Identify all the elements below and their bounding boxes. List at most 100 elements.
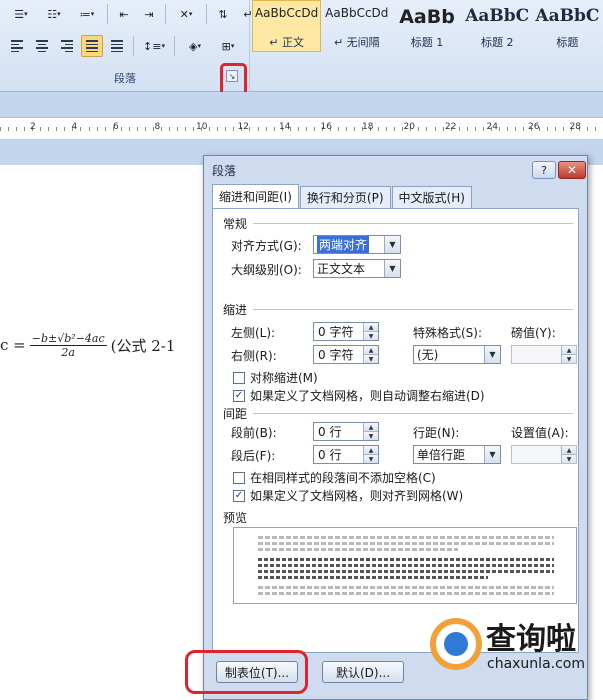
justify-button[interactable] (81, 35, 103, 57)
right-indent-spinner[interactable]: 0 字符 ▲ ▼ (313, 345, 379, 364)
style-no-spacing[interactable]: AaBbCcDd ↵ 无间隔 (322, 0, 391, 52)
spinner-buttons[interactable]: ▲ ▼ (363, 323, 378, 340)
close-button[interactable]: ✕ (558, 161, 586, 179)
spin-down-icon[interactable]: ▼ (363, 354, 378, 363)
ruler-tick (144, 127, 153, 131)
by-spinner[interactable]: ▲ ▼ (511, 345, 577, 364)
alignment-select[interactable]: 两端对齐 ▼ (313, 235, 401, 254)
space-after-spinner[interactable]: 0 行 ▲ ▼ (313, 445, 379, 464)
style-heading-1[interactable]: AaBb 标题 1 (392, 0, 461, 52)
toolbar-separator (165, 4, 166, 24)
spin-up-icon[interactable]: ▲ (363, 346, 378, 354)
line-spacing-label: 行距(N): (413, 426, 460, 440)
ruler-tick (386, 127, 394, 131)
left-indent-spinner[interactable]: 0 字符 ▲ ▼ (313, 322, 379, 341)
spin-up-icon[interactable]: ▲ (363, 323, 378, 331)
auto-adjust-right-indent-checkbox[interactable]: ✓ 如果定义了文档网格，则自动调整右缩进(D) (233, 387, 485, 404)
chevron-down-icon: ▾ (197, 42, 201, 50)
style-normal[interactable]: AaBbCcDd ↵ 正文 (252, 0, 322, 52)
chinese-layout-button[interactable]: ✕ ▾ (171, 3, 201, 25)
style-title[interactable]: AaBbC 标题 (533, 0, 602, 52)
paragraph-group: ☰ ▾ ☷ ▾ ≔ ▾ ⇤ ⇥ ✕ ▾ ⇅ ↵ ↕≡ ▾ ◈ ▾ ⊞ ▾ 段落 … (0, 0, 253, 92)
ruler-tick (104, 127, 113, 131)
chevron-down-icon: ▼ (384, 260, 400, 277)
ruler-label: 16 (320, 122, 332, 132)
borders-button[interactable]: ⊞ ▾ (213, 35, 243, 57)
ruler-label: 12 (237, 122, 249, 132)
align-right-icon (61, 40, 73, 52)
spinner-buttons[interactable]: ▲ ▼ (363, 446, 378, 463)
increase-indent-icon: ⇥ (144, 7, 154, 21)
mirror-indents-checkbox[interactable]: 对称缩进(M) (233, 369, 318, 386)
ruler-tick (466, 127, 475, 131)
spinner-buttons[interactable]: ▲ ▼ (561, 446, 576, 463)
section-preview: 预览 (223, 511, 248, 525)
spin-down-icon[interactable]: ▼ (363, 431, 378, 440)
tab-indents-spacing[interactable]: 缩进和间距(I) (212, 184, 299, 208)
at-spinner[interactable]: ▲ ▼ (511, 445, 577, 464)
style-name: 标题 2 (480, 36, 514, 49)
spin-down-icon[interactable]: ▼ (363, 331, 378, 340)
help-button[interactable]: ? (532, 161, 556, 179)
shading-button[interactable]: ◈ ▾ (180, 35, 210, 57)
distributed-button[interactable] (106, 35, 128, 57)
spin-up-icon[interactable]: ▲ (561, 446, 576, 454)
sort-button[interactable]: ⇅ (212, 3, 234, 25)
horizontal-ruler[interactable]: 2 4 6 8 10 12 14 16 18 20 22 24 26 28 (0, 118, 603, 140)
toolbar-separator (133, 36, 134, 56)
dont-add-space-checkbox[interactable]: 在相同样式的段落间不添加空格(C) (233, 469, 436, 486)
align-left-button[interactable] (6, 35, 28, 57)
increase-indent-button[interactable]: ⇥ (138, 3, 160, 25)
spin-down-icon[interactable]: ▼ (561, 454, 576, 463)
close-icon: ✕ (566, 163, 578, 177)
ruler-tick (474, 127, 483, 131)
special-indent-select[interactable]: (无) ▼ (413, 345, 501, 364)
tab-line-page-breaks[interactable]: 换行和分页(P) (299, 186, 391, 208)
numbering-button[interactable]: ☷ ▾ (39, 3, 69, 25)
ruler-tick (297, 127, 306, 131)
ruler-label: 4 (71, 122, 78, 132)
outline-level-select[interactable]: 正文文本 ▼ (313, 259, 401, 278)
style-name: ↵ 正文 (269, 36, 304, 49)
ruler-label: 18 (362, 122, 374, 132)
ruler-tick (289, 127, 298, 131)
spinner-buttons[interactable]: ▲ ▼ (561, 346, 576, 363)
snap-to-grid-checkbox[interactable]: ✓ 如果定义了文档网格，则对齐到网格(W) (233, 487, 463, 504)
space-before-value: 0 行 (318, 425, 342, 439)
ruler-label: 22 (445, 122, 457, 132)
ruler-tick (80, 127, 88, 131)
watermark-url: chaxunla.com (487, 656, 585, 672)
ruler-tick (120, 127, 129, 131)
spin-up-icon[interactable]: ▲ (363, 423, 378, 431)
preview-line (258, 564, 554, 567)
ruler-label: 6 (113, 122, 119, 132)
ruler-tick (305, 127, 314, 131)
line-spacing-button[interactable]: ↕≡ ▾ (139, 35, 169, 57)
align-right-button[interactable] (56, 35, 78, 57)
align-center-button[interactable] (31, 35, 53, 57)
space-before-spinner[interactable]: 0 行 ▲ ▼ (313, 422, 379, 441)
line-spacing-select[interactable]: 单倍行距 ▼ (413, 445, 501, 464)
ruler-label: 2 (30, 122, 36, 132)
multilevel-list-button[interactable]: ≔ ▾ (72, 3, 102, 25)
set-default-button[interactable]: 默认(D)... (322, 661, 404, 683)
help-icon: ? (541, 163, 547, 177)
right-indent-value: 0 字符 (318, 348, 354, 362)
ruler-tick (506, 127, 515, 131)
style-heading-2[interactable]: AaBbC 标题 2 (463, 0, 532, 52)
spinner-buttons[interactable]: ▲ ▼ (363, 346, 378, 363)
spinner-buttons[interactable]: ▲ ▼ (363, 423, 378, 440)
ruler-tick (177, 127, 185, 131)
bullets-button[interactable]: ☰ ▾ (6, 3, 36, 25)
decrease-indent-button[interactable]: ⇤ (113, 3, 135, 25)
spin-down-icon[interactable]: ▼ (363, 454, 378, 463)
tab-asian-typography[interactable]: 中文版式(H) (391, 186, 472, 208)
spin-down-icon[interactable]: ▼ (561, 354, 576, 363)
styles-gallery: AaBbCcDd ↵ 正文 AaBbCcDd ↵ 无间隔 AaBb 标题 1 A… (252, 0, 603, 60)
formula-fraction: −b±√b²−4ac 2a (29, 332, 107, 359)
numbered-list-icon: ☷ (47, 7, 58, 21)
ribbon: ☰ ▾ ☷ ▾ ≔ ▾ ⇤ ⇥ ✕ ▾ ⇅ ↵ ↕≡ ▾ ◈ ▾ ⊞ ▾ 段落 … (0, 0, 603, 92)
spin-up-icon[interactable]: ▲ (363, 446, 378, 454)
chevron-down-icon: ▾ (57, 10, 61, 18)
spin-up-icon[interactable]: ▲ (561, 346, 576, 354)
